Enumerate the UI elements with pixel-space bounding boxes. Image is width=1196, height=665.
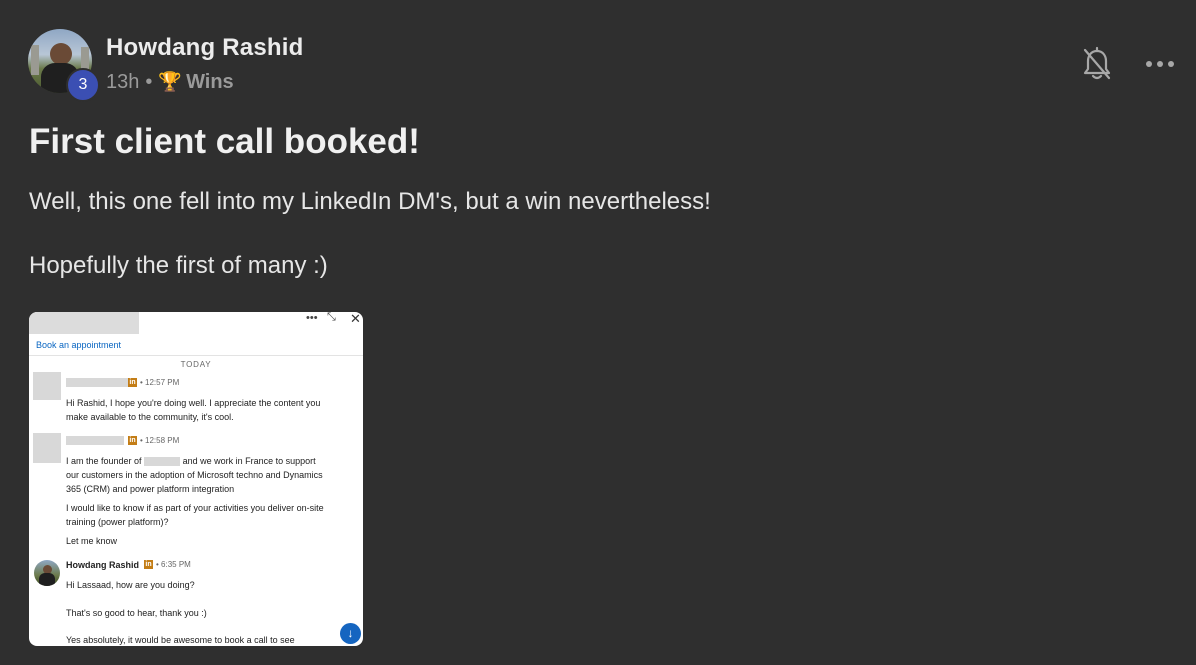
message-time: • 6:35 PM: [156, 560, 191, 569]
level-badge: 3: [66, 68, 100, 102]
avatar-head: [50, 43, 72, 65]
bell-off-icon: [1083, 46, 1111, 80]
meta-separator: •: [145, 70, 153, 93]
post-body-line: Hopefully the first of many :): [29, 252, 328, 279]
post-time: 13h: [106, 70, 140, 93]
book-appointment-link: Book an appointment: [36, 340, 122, 350]
avatar-bg-pillar: [31, 45, 39, 75]
message-text-part: I am the founder of: [66, 456, 142, 466]
message-text: Hi Lassaad, how are you doing?: [66, 580, 195, 590]
linkedin-badge-icon: in: [144, 560, 153, 569]
post-image-attachment[interactable]: ••• ⤡ ✕ Book an appointment TODAY in • 1…: [29, 312, 363, 646]
arrow-down-icon: ↓: [340, 623, 361, 644]
message-text: Let me know: [66, 536, 118, 546]
message-text: Yes absolutely, it would be awesome to b…: [66, 635, 295, 645]
message-time: • 12:58 PM: [140, 436, 180, 445]
redacted-sender-name: [66, 436, 124, 445]
sender-name: Howdang Rashid: [66, 560, 140, 570]
post-meta: 13h • 🏆 Wins: [106, 70, 234, 94]
redacted-company: [144, 457, 181, 467]
message-text: That's so good to hear, thank you :): [66, 608, 207, 618]
sender-avatar-redacted: [33, 433, 61, 463]
more-options-button[interactable]: [1142, 52, 1178, 76]
sender-avatar-redacted: [33, 372, 61, 400]
post-body-line: Well, this one fell into my LinkedIn DM'…: [29, 188, 711, 215]
message-time: • 12:57 PM: [140, 378, 180, 387]
chat-close-icon: ✕: [350, 312, 361, 326]
more-horizontal-icon: [1146, 61, 1174, 67]
redacted-sender-name: [66, 378, 136, 387]
linkedin-badge-icon: in: [128, 436, 137, 445]
category-link[interactable]: Wins: [186, 71, 234, 94]
message-text: I would like to know if as part of your …: [66, 503, 324, 527]
message-text: Hi Rashid, I hope you're doing well. I a…: [66, 398, 321, 422]
redacted-name-box: [29, 312, 139, 334]
post-title: First client call booked!: [29, 122, 420, 161]
chat-more-icon: •••: [306, 312, 318, 324]
avatar-body: [39, 573, 55, 586]
chat-divider: [29, 355, 363, 356]
chat-collapse-icon: ⤡: [327, 312, 336, 323]
day-label: TODAY: [180, 360, 212, 369]
my-avatar: [34, 560, 60, 586]
author-name[interactable]: Howdang Rashid: [106, 34, 303, 62]
message-text: I am the founder of and we work in Franc…: [66, 454, 331, 496]
linkedin-badge-icon: in: [128, 378, 137, 387]
notification-toggle-button[interactable]: [1080, 46, 1114, 82]
trophy-icon: 🏆: [158, 72, 183, 93]
